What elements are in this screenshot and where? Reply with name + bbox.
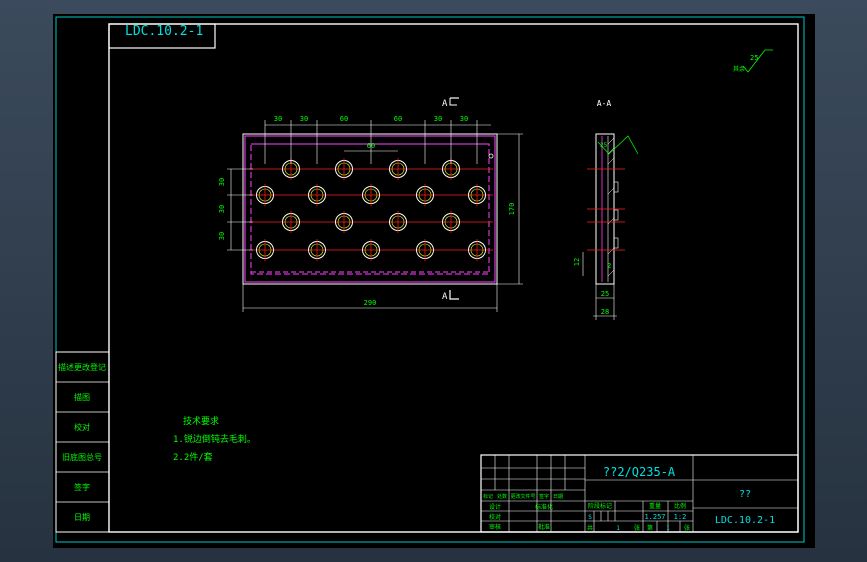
right-dimension: 170: [497, 133, 523, 285]
section-mark-top: A: [442, 99, 448, 109]
sheet-count: 1: [616, 525, 620, 532]
hole: [256, 184, 274, 206]
tech-notes-title: 技术要求: [183, 415, 219, 427]
side-table-label: 描述更改登记: [58, 362, 106, 372]
code-box: LDC.10.2-1: [108, 23, 216, 49]
drawing-sheet: LDC.10.2-1 其余 25 A A 30 30 60 60 30 30 6…: [55, 16, 805, 543]
svg-text:阶段标记: 阶段标记: [588, 502, 612, 510]
svg-text:25: 25: [600, 142, 608, 149]
top-dimensions: 30 30 60 60 30 30 60: [264, 115, 491, 164]
front-view: A A 30 30 60 60 30 30 60 30 30 30 170 29…: [218, 97, 523, 312]
code-box-text: LDC.10.2-1: [125, 24, 203, 39]
hole: [335, 158, 353, 180]
dim-bottom: 290: [364, 299, 377, 307]
hole: [362, 184, 380, 206]
plate-outline: [242, 133, 498, 285]
dim-top-2: 30: [300, 115, 308, 123]
hole: [282, 211, 300, 233]
hole: [468, 184, 486, 206]
side-table-label: 描图: [74, 392, 90, 402]
side-table-label: 签字: [74, 482, 90, 492]
dim-left-3: 30: [218, 232, 226, 240]
svg-text:重量: 重量: [649, 502, 661, 510]
part-name: ??: [739, 489, 751, 500]
svg-text:处数: 处数: [497, 493, 507, 500]
tech-notes-line1: 1.锐边倒钝去毛刺。: [173, 433, 256, 445]
drawing-code: LDC.10.2-1: [715, 515, 775, 526]
svg-text:设计: 设计: [489, 503, 501, 511]
section-dim-25: 25: [601, 290, 609, 298]
dim-top-6: 30: [460, 115, 468, 123]
stage-s: S: [588, 514, 592, 521]
dim-left-1: 30: [218, 178, 226, 186]
svg-text:更改文件号: 更改文件号: [510, 493, 535, 500]
left-dimensions: 30 30 30: [218, 168, 253, 251]
svg-text:签字: 签字: [539, 493, 549, 500]
weight-value: 1.257: [644, 513, 665, 521]
svg-text:比例: 比例: [674, 502, 686, 510]
svg-text:标准化: 标准化: [535, 503, 553, 511]
hole: [389, 211, 407, 233]
outer-frame: [55, 16, 805, 543]
tech-notes-line2: 2.2件/套: [173, 451, 213, 463]
roughness-symbol: 其余 25: [733, 49, 773, 73]
svg-text:第: 第: [647, 524, 653, 532]
section-dim-12: 12: [573, 258, 581, 266]
sheet-number: 1: [666, 525, 670, 532]
svg-text:审核: 审核: [489, 523, 501, 531]
svg-text:日期: 日期: [553, 494, 563, 500]
section-dim-2: 2: [607, 262, 611, 270]
hole: [335, 211, 353, 233]
dim-top-1: 30: [274, 115, 282, 123]
svg-text:校对: 校对: [489, 513, 501, 521]
section-mark-bottom: A: [442, 292, 448, 302]
title-block: 标记 处数 更改文件号 签字 日期 设计 校对 审核 标准化 批准 阶段标记 重…: [480, 454, 799, 533]
dim-top-3: 60: [340, 115, 348, 123]
svg-text:张: 张: [634, 524, 640, 532]
side-table-label: 旧底图总号: [62, 452, 102, 462]
scale-value: 1:2: [674, 513, 687, 521]
section-title: A-A: [597, 99, 612, 108]
hole: [308, 184, 326, 206]
dim-right: 170: [508, 203, 516, 216]
svg-text:标记: 标记: [483, 493, 493, 500]
side-table-label: 日期: [74, 513, 90, 522]
hole-pattern: [249, 158, 493, 261]
dim-top-4: 60: [394, 115, 402, 123]
svg-text:批准: 批准: [538, 523, 550, 531]
technical-notes: 技术要求 1.锐边倒钝去毛刺。 2.2件/套: [173, 415, 256, 463]
hole: [416, 184, 434, 206]
bottom-dimension: 290: [242, 284, 498, 312]
material-text: ??2/Q235-A: [603, 465, 676, 479]
hole: [362, 239, 380, 261]
hole: [389, 158, 407, 180]
hole: [256, 239, 274, 261]
svg-text:25: 25: [750, 54, 758, 62]
hole: [416, 239, 434, 261]
dim-mid: 60: [367, 142, 375, 150]
hole: [468, 239, 486, 261]
hole: [442, 211, 460, 233]
svg-text:共: 共: [587, 524, 593, 532]
section-view: A-A 25 12 2 25 28: [573, 99, 639, 320]
dim-left-2: 30: [218, 205, 226, 213]
side-table-label: 校对: [74, 422, 90, 432]
dim-top-5: 30: [434, 115, 442, 123]
svg-text:张: 张: [684, 524, 690, 532]
hole: [308, 239, 326, 261]
drawing-viewport[interactable]: LDC.10.2-1 其余 25 A A 30 30 60 60 30 30 6…: [53, 14, 815, 548]
side-revision-table: 描述更改登记描图校对旧底图总号签字日期: [55, 351, 110, 533]
section-dim-28: 28: [601, 308, 609, 316]
